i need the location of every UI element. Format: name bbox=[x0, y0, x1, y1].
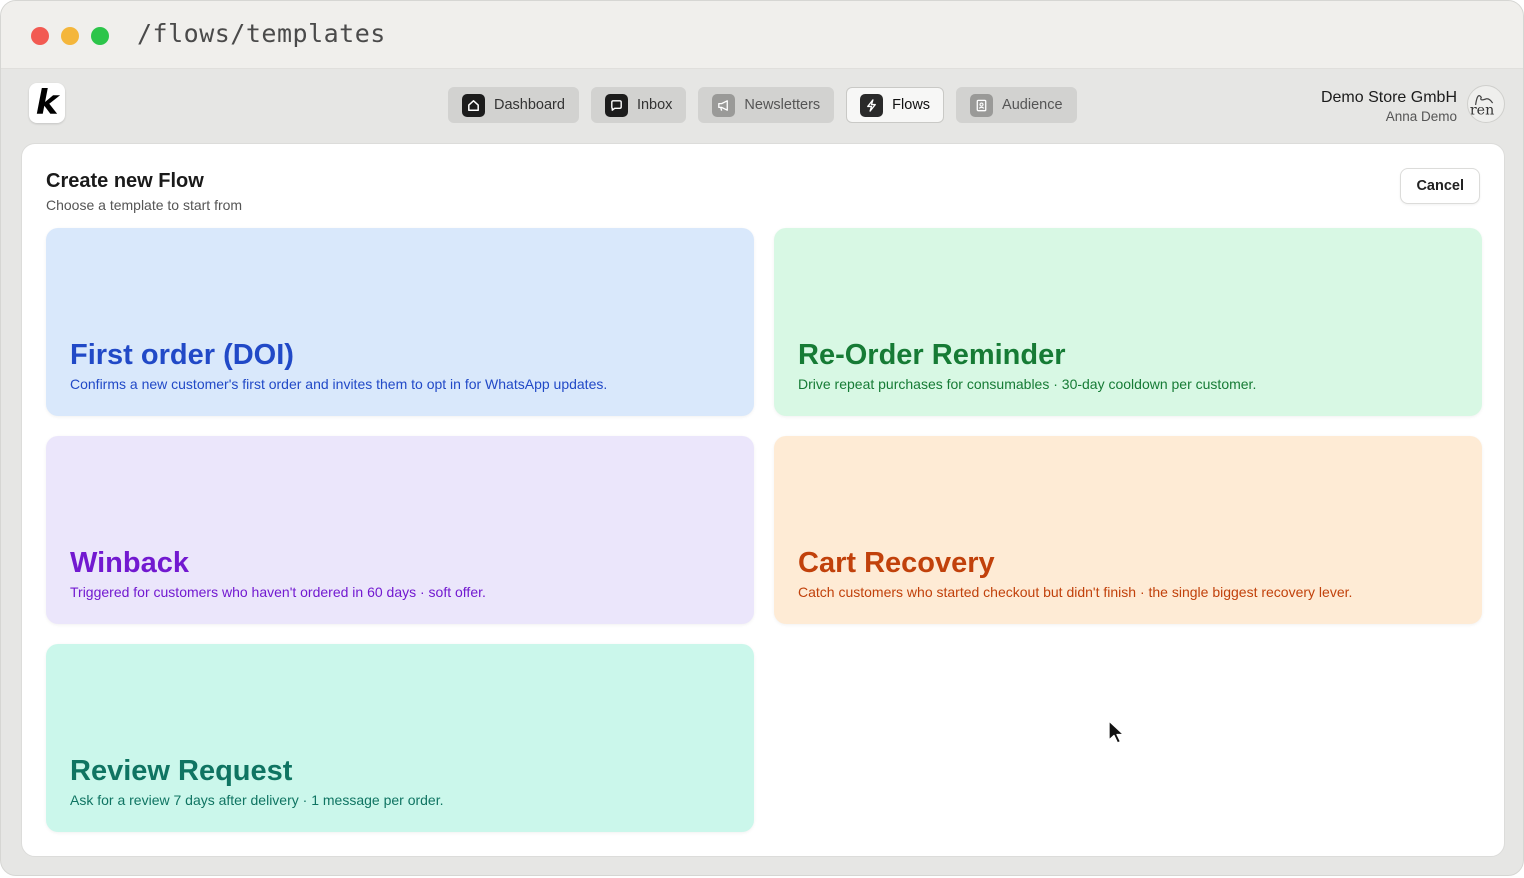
template-title: Re-Order Reminder bbox=[798, 339, 1066, 371]
template-card-winback[interactable]: Winback Triggered for customers who have… bbox=[46, 436, 754, 624]
chat-bubble-icon bbox=[604, 93, 628, 117]
mouse-cursor-icon bbox=[1108, 720, 1125, 744]
nav-audience-label: Audience bbox=[1002, 97, 1063, 113]
template-title: Winback bbox=[70, 547, 189, 579]
avatar-signature-icon: ren bbox=[1470, 95, 1494, 118]
template-title: First order (DOI) bbox=[70, 339, 294, 371]
app-header: k Dashboard Inbox Newsletters Flows Audi… bbox=[1, 69, 1523, 143]
close-window-button[interactable] bbox=[31, 27, 49, 45]
template-description: Triggered for customers who haven't orde… bbox=[70, 584, 486, 600]
browser-window: /flows/templates k Dashboard Inbox Newsl… bbox=[0, 0, 1524, 876]
main-nav: Dashboard Inbox Newsletters Flows Audien… bbox=[448, 87, 1077, 123]
home-icon bbox=[462, 93, 485, 117]
store-name: Demo Store GmbH bbox=[1320, 89, 1457, 106]
nav-inbox-label: Inbox bbox=[636, 97, 673, 113]
nav-newsletters-label: Newsletters bbox=[744, 97, 821, 113]
panel-title: Create new Flow bbox=[46, 170, 204, 192]
nav-flows-button[interactable]: Flows bbox=[846, 87, 945, 123]
cancel-button[interactable]: Cancel bbox=[1400, 168, 1480, 204]
browser-titlebar: /flows/templates bbox=[1, 1, 1523, 69]
minimize-window-button[interactable] bbox=[61, 27, 79, 45]
url-path[interactable]: /flows/templates bbox=[137, 19, 386, 48]
template-title: Review Request bbox=[70, 755, 293, 787]
template-description: Ask for a review 7 days after delivery ·… bbox=[70, 792, 444, 808]
create-flow-panel: Create new Flow Choose a template to sta… bbox=[21, 143, 1505, 857]
lightning-icon bbox=[860, 93, 884, 117]
user-name: Anna Demo bbox=[1385, 109, 1457, 124]
nav-dashboard-label: Dashboard bbox=[494, 97, 565, 113]
avatar[interactable]: ren bbox=[1467, 85, 1505, 123]
svg-text:ren: ren bbox=[1470, 102, 1494, 118]
megaphone-icon bbox=[712, 93, 736, 117]
template-description: Catch customers who started checkout but… bbox=[798, 584, 1353, 600]
app-logo[interactable]: k bbox=[29, 83, 65, 123]
contacts-icon bbox=[970, 93, 994, 117]
nav-flows-label: Flows bbox=[892, 97, 931, 113]
logo-letter: k bbox=[35, 83, 59, 123]
account-info[interactable]: Demo Store GmbH Anna Demo bbox=[1321, 89, 1457, 124]
nav-inbox-button[interactable]: Inbox bbox=[590, 87, 687, 123]
nav-newsletters-button[interactable]: Newsletters bbox=[698, 87, 835, 123]
maximize-window-button[interactable] bbox=[91, 27, 109, 45]
template-title: Cart Recovery bbox=[798, 547, 995, 579]
template-description: Confirms a new customer's first order an… bbox=[70, 376, 608, 392]
template-card-reorder-reminder[interactable]: Re-Order Reminder Drive repeat purchases… bbox=[774, 228, 1482, 416]
template-card-review-request[interactable]: Review Request Ask for a review 7 days a… bbox=[46, 644, 754, 832]
nav-dashboard-button[interactable]: Dashboard bbox=[448, 87, 579, 123]
panel-subtitle: Choose a template to start from bbox=[46, 197, 243, 213]
nav-audience-button[interactable]: Audience bbox=[956, 87, 1077, 123]
template-card-first-order[interactable]: First order (DOI) Confirms a new custome… bbox=[46, 228, 754, 416]
template-description: Drive repeat purchases for consumables ·… bbox=[798, 376, 1257, 392]
template-card-cart-recovery[interactable]: Cart Recovery Catch customers who starte… bbox=[774, 436, 1482, 624]
